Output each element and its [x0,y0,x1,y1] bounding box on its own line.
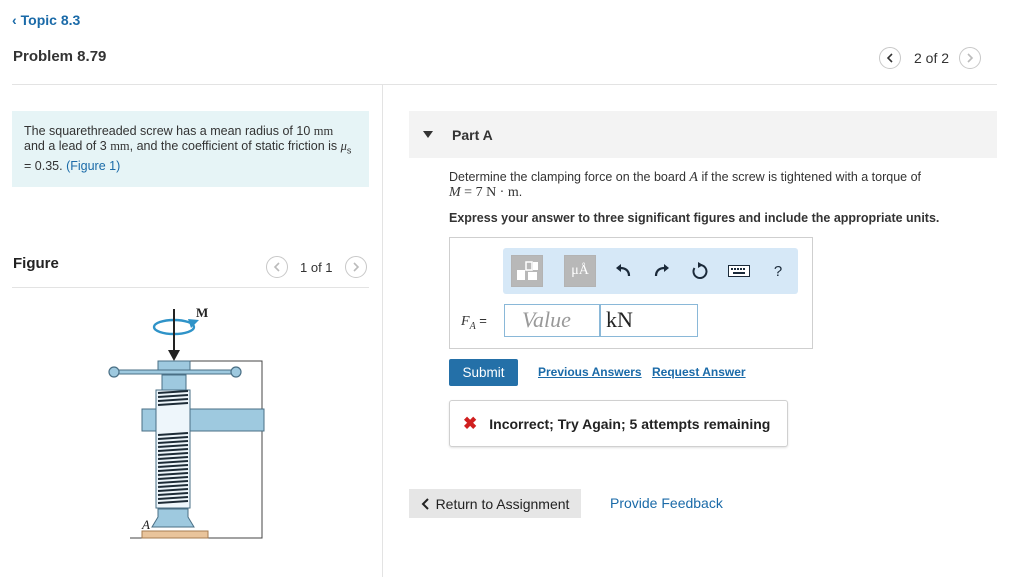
chevron-right-icon [352,262,359,272]
answer-variable-label: FA = [461,312,487,332]
figure-link[interactable]: (Figure 1) [66,159,120,173]
chevron-left-icon [421,497,429,510]
clamp-foot [151,508,195,528]
submit-button[interactable]: Submit [449,359,518,386]
equals-sign: = [475,313,487,328]
answer-instruction: Express your answer to three significant… [449,211,940,225]
column-divider [382,84,383,577]
x-icon: ✖ [463,413,478,433]
part-a-label: Part A [452,127,493,143]
templates-icon [517,261,538,280]
problem-text: , and the coefficient of static friction… [129,139,341,153]
unit-mm: mm [110,139,130,153]
caret-down-icon[interactable] [423,131,433,138]
mu-subscript: s [346,145,352,156]
value-input[interactable]: Value [504,304,600,337]
chevron-right-icon [967,53,974,63]
help-button[interactable]: ? [768,261,788,281]
templates-button[interactable] [511,255,543,287]
problem-pager-text: 2 of 2 [914,50,950,66]
figure-pager: 1 of 1 [266,256,367,278]
redo-icon[interactable] [652,261,672,281]
label-m: M [196,305,208,320]
problem-pager: 2 of 2 [879,46,982,70]
previous-figure-button[interactable] [266,256,288,278]
topic-label: Topic 8.3 [20,12,81,28]
chevron-left-icon [273,262,280,272]
chevron-left-icon: ‹ [12,12,17,28]
threaded-screw [155,389,191,509]
reset-icon[interactable] [690,261,710,281]
feedback-message: ✖ Incorrect; Try Again; 5 attempts remain… [449,400,788,447]
math-toolbar [503,248,798,294]
handle-knob-right [230,366,242,378]
problem-title: Problem 8.79 [13,48,107,65]
keyboard-icon[interactable] [728,261,750,281]
next-problem-button[interactable] [959,47,982,69]
previous-answers-link[interactable]: Previous Answers [538,365,642,379]
unit-input[interactable]: kN [600,304,698,337]
return-to-assignment-button[interactable]: Return to Assignment [409,489,581,518]
question-text: Determine the clamping force on the boar… [449,170,690,184]
feedback-text: Incorrect; Try Again; 5 attempts remaini… [489,415,771,432]
request-answer-link[interactable]: Request Answer [652,365,746,379]
topic-back-link[interactable]: ‹ Topic 8.3 [12,12,80,28]
question-text: if the screw is tightened with a torque … [697,170,922,184]
header-divider [12,84,997,85]
previous-problem-button[interactable] [879,47,901,69]
provide-feedback-link[interactable]: Provide Feedback [610,495,723,511]
problem-text: and a lead of 3 [24,139,111,153]
next-figure-button[interactable] [344,256,367,278]
figure-divider [12,287,369,288]
units-button[interactable]: μÅ [564,255,596,287]
problem-statement: The squarethreaded screw has a mean radi… [12,111,369,187]
label-a: A [141,517,150,532]
unit-mm: mm [313,124,334,138]
variable-a: A [689,170,698,185]
problem-text: = 0.35. [24,158,67,173]
figure-pager-text: 1 of 1 [300,259,333,275]
part-a-question: Determine the clamping force on the boar… [449,170,969,200]
undo-icon[interactable] [613,261,633,281]
problem-text: The squarethreaded screw has a mean radi… [24,124,314,138]
torque-value: = 7 N · m [460,185,519,200]
torque-arrow [152,309,199,361]
return-label: Return to Assignment [435,495,570,512]
question-text: . [518,185,523,199]
figure-title: Figure [13,255,59,272]
part-a-header[interactable] [409,111,997,158]
chevron-left-icon [886,53,893,63]
board-a [141,530,209,539]
variable-f: F [461,314,470,329]
handle-knob-left [108,366,120,378]
variable-m: M [449,185,461,200]
clamp-figure: M A [108,305,265,539]
